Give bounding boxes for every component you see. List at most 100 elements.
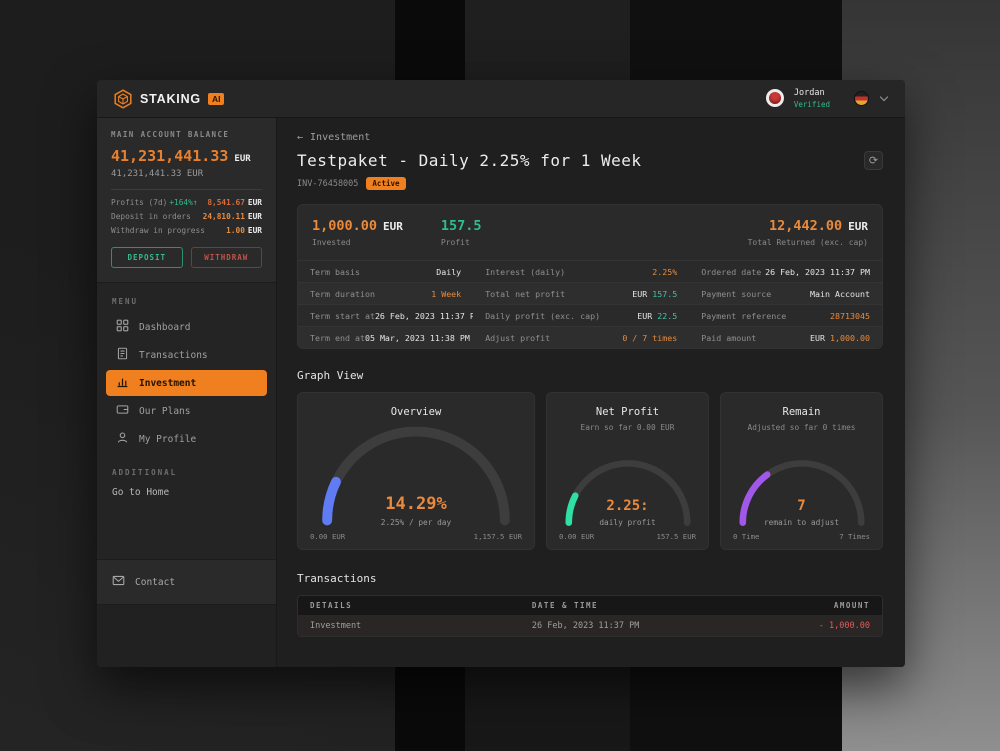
gauge-min: 0 Time xyxy=(733,532,759,541)
stat-withdraw-in-progress: Withdraw in progress 1.00 EUR xyxy=(111,226,262,235)
detail-cell: Payment reference28713045 xyxy=(689,305,882,326)
detail-value-accent: 2.25% xyxy=(652,267,677,277)
detail-cell: Term start at26 Feb, 2023 11:37 PM xyxy=(298,305,473,326)
detail-cell: Ordered date 26 Feb, 2023 11:37 PM xyxy=(689,261,882,282)
gauge-value-sub: daily profit xyxy=(559,518,696,527)
contact-label: Contact xyxy=(135,577,175,588)
profit-label: Profit xyxy=(441,238,482,247)
transaction-row[interactable]: Investment 26 Feb, 2023 11:37 PM - 1,000… xyxy=(298,615,882,636)
go-to-home-link[interactable]: Go to Home xyxy=(97,487,276,498)
detail-value-accent: 1,000.00 xyxy=(830,333,870,343)
detail-value: EUR 1,000.00 xyxy=(810,333,870,343)
detail-value: EUR 22.5 xyxy=(637,311,677,321)
column-amount: AMOUNT xyxy=(765,601,882,610)
sidebar-item-investment[interactable]: Investment xyxy=(106,370,267,396)
stat-currency: EUR xyxy=(248,226,262,235)
detail-cell: Paid amount EUR 1,000.00 xyxy=(689,327,882,348)
header-right: Jordan Verified xyxy=(766,88,889,108)
detail-value: 28713045 xyxy=(830,311,870,321)
detail-value-accent: 1 Week xyxy=(431,289,461,299)
gauge-max: 157.5 EUR xyxy=(656,532,696,541)
sidebar-item-my-profile[interactable]: My Profile xyxy=(106,426,267,452)
detail-value-accent: 22.5 xyxy=(657,311,677,321)
transactions-table: DETAILS DATE & TIME AMOUNT Investment 26… xyxy=(297,595,883,637)
brand-name: STAKING xyxy=(140,92,201,106)
transaction-amount: - 1,000.00 xyxy=(765,621,882,631)
detail-value-accent: 28713045 xyxy=(830,311,870,321)
sidebar-item-label: Our Plans xyxy=(139,406,190,417)
transactions-table-header: DETAILS DATE & TIME AMOUNT xyxy=(298,596,882,615)
contact-link[interactable]: Contact xyxy=(97,559,276,605)
returned-currency: EUR xyxy=(848,220,868,233)
sidebar: MAIN ACCOUNT BALANCE 41,231,441.33 EUR 4… xyxy=(97,118,277,667)
withdraw-button[interactable]: WITHDRAW xyxy=(191,247,263,268)
language-flag-germany-icon[interactable] xyxy=(854,91,869,106)
detail-label: Payment source xyxy=(701,289,771,299)
detail-cell: Adjust profit 0 / 7 times xyxy=(473,327,689,348)
hexagon-logo-icon xyxy=(113,89,133,109)
invested-label: Invested xyxy=(312,238,403,247)
brand-ai-badge: AI xyxy=(208,93,225,105)
detail-value: 26 Feb, 2023 11:37 PM xyxy=(375,311,473,321)
detail-value-plain: EUR xyxy=(637,311,657,321)
gauge-card-remain: Remain Adjusted so far 0 times 7 remain … xyxy=(720,392,883,550)
detail-label: Paid amount xyxy=(701,333,756,343)
top-header: STAKING AI Jordan Verified xyxy=(97,80,905,118)
additional-section: ADDITIONAL Go to Home xyxy=(97,468,276,498)
invested-block: 1,000.00 EUR Invested xyxy=(312,218,403,247)
gauge-max: 1,157.5 EUR xyxy=(474,532,522,541)
graph-view-heading: Graph View xyxy=(297,369,883,382)
balance-amount: 41,231,441.33 xyxy=(111,147,228,165)
detail-label: Adjust profit xyxy=(485,333,550,343)
sidebar-item-transactions[interactable]: Transactions xyxy=(106,342,267,368)
sidebar-item-our-plans[interactable]: Our Plans xyxy=(106,398,267,424)
additional-section-label: ADDITIONAL xyxy=(97,468,276,477)
back-arrow-icon: ← xyxy=(297,132,303,143)
detail-value-plain: Daily xyxy=(436,267,461,277)
refresh-icon: ⟳ xyxy=(869,154,878,167)
detail-value-plain: 26 Feb, 2023 11:37 PM xyxy=(765,267,870,277)
breadcrumb[interactable]: ← Investment xyxy=(297,132,370,143)
main-content: ← Investment Testpaket - Daily 2.25% for… xyxy=(277,118,905,667)
gauge-title: Overview xyxy=(391,406,442,418)
detail-value: 26 Feb, 2023 11:37 PM xyxy=(765,267,870,277)
chevron-down-icon[interactable] xyxy=(880,93,888,101)
profit-value: 157.5 xyxy=(441,218,482,234)
stat-profits-7d: Profits (7d) +164%↑ 8,541.67 EUR xyxy=(111,198,262,207)
user-verified-status: Verified xyxy=(794,100,830,109)
returned-value: 12,442.00 xyxy=(769,218,842,234)
gauge-cards-row: Overview 14.29% 2.25% / per day xyxy=(297,392,883,550)
detail-cell: Total net profitEUR 157.5 xyxy=(473,283,689,304)
sidebar-item-label: Investment xyxy=(139,378,196,389)
sidebar-filler xyxy=(97,605,276,667)
transaction-details: Investment xyxy=(298,621,520,631)
sidebar-item-dashboard[interactable]: Dashboard xyxy=(106,314,267,340)
user-info[interactable]: Jordan Verified xyxy=(794,88,830,108)
invested-value: 1,000.00 xyxy=(312,218,377,234)
detail-value: 05 Mar, 2023 11:38 PM xyxy=(365,333,470,343)
envelope-icon xyxy=(112,574,125,590)
gauge-card-net-profit: Net Profit Earn so far 0.00 EUR 2.25: da… xyxy=(546,392,709,550)
summary-top: 1,000.00 EUR Invested 157.5 Profit 12,44… xyxy=(298,205,882,256)
avatar[interactable] xyxy=(766,89,784,107)
detail-value-accent: 0 / 7 times xyxy=(622,333,677,343)
page-title: Testpaket - Daily 2.25% for 1 Week xyxy=(297,151,642,170)
gauge-min: 0.00 EUR xyxy=(559,532,594,541)
detail-value: 1 Week xyxy=(431,289,461,299)
detail-label: Ordered date xyxy=(701,267,761,277)
person-icon xyxy=(116,431,129,447)
detail-label: Daily profit (exc. cap) xyxy=(485,311,600,321)
status-badge: Active xyxy=(366,177,405,190)
stat-deposit-in-orders: Deposit in orders 24,810.11 EUR xyxy=(111,212,262,221)
sidebar-item-label: Transactions xyxy=(139,350,208,361)
refresh-button[interactable]: ⟳ xyxy=(864,151,883,170)
investment-summary-card: 1,000.00 EUR Invested 157.5 Profit 12,44… xyxy=(297,204,883,349)
desktop-background: STAKING AI Jordan Verified MAIN ACCOUNT … xyxy=(0,0,1000,751)
breadcrumb-label: Investment xyxy=(310,132,370,143)
gauge-subtitle: Adjusted so far 0 times xyxy=(748,423,856,432)
brand-logo[interactable]: STAKING AI xyxy=(113,89,224,109)
user-name: Jordan xyxy=(794,88,830,99)
detail-label: Interest (daily) xyxy=(485,267,565,277)
deposit-button[interactable]: DEPOSIT xyxy=(111,247,183,268)
detail-cell: Term basisDaily xyxy=(298,261,473,282)
